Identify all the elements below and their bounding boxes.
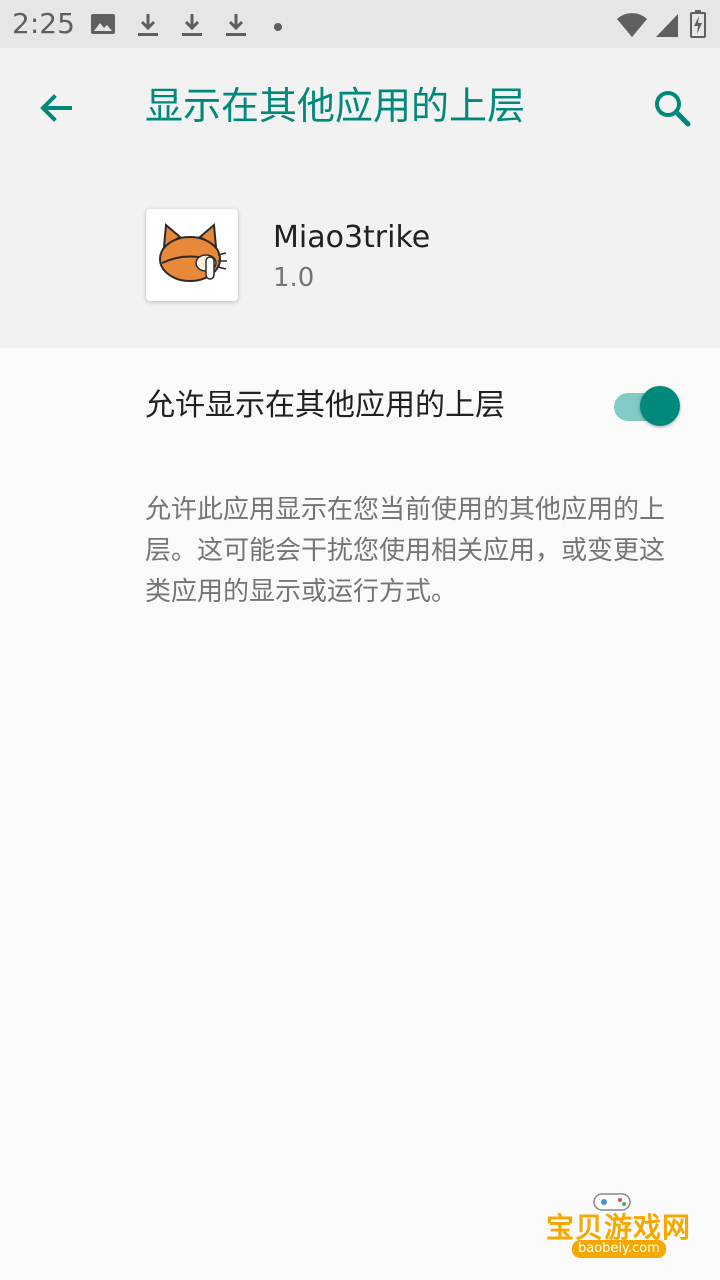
status-bar: 2:25	[0, 0, 720, 48]
dot-icon	[272, 18, 284, 37]
arrow-back-icon	[36, 88, 76, 132]
switch-thumb	[640, 386, 680, 426]
image-icon	[90, 12, 116, 40]
app-info-header: 显示在其他应用的上层 Miao3trike 1.0	[0, 48, 720, 348]
status-time: 2:25	[12, 7, 75, 40]
download-icon	[180, 12, 204, 42]
page-title: 显示在其他应用的上层	[145, 84, 526, 128]
watermark-logo: 宝贝游戏网 baobeiy.com	[540, 1190, 690, 1276]
allow-overlay-label: 允许显示在其他应用的上层	[145, 388, 505, 423]
allow-overlay-setting[interactable]: 允许显示在其他应用的上层	[0, 350, 720, 462]
download-icon	[136, 12, 160, 42]
app-name: Miao3trike	[273, 220, 431, 255]
setting-description: 允许此应用显示在您当前使用的其他应用的上层。这可能会干扰您使用相关应用，或变更这…	[145, 495, 666, 607]
watermark-url: baobeiy.com	[572, 1240, 666, 1258]
app-icon	[146, 209, 238, 301]
wifi-icon	[616, 12, 648, 42]
search-icon	[652, 88, 692, 132]
download-icon	[224, 12, 248, 42]
back-button[interactable]	[24, 78, 88, 142]
allow-overlay-switch[interactable]	[612, 383, 684, 431]
battery-icon	[690, 10, 706, 42]
cat-app-icon	[156, 221, 228, 289]
search-button[interactable]	[640, 78, 704, 142]
app-version: 1.0	[273, 263, 315, 293]
signal-icon	[654, 12, 680, 42]
